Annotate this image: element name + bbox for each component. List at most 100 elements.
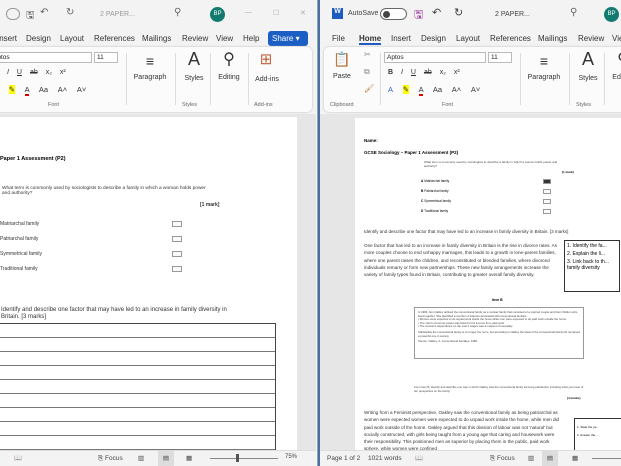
tab-view[interactable]: View — [216, 34, 233, 43]
tab-view[interactable]: View — [612, 34, 621, 43]
close-button[interactable]: ✕ — [300, 9, 306, 17]
minimize-button[interactable]: — — [245, 9, 252, 16]
styles-icon[interactable]: A — [182, 49, 206, 70]
font-color-button[interactable]: A — [24, 85, 30, 96]
highlight-button[interactable]: ✎ — [8, 85, 15, 94]
tab-design[interactable]: Design — [26, 34, 51, 43]
strikethrough-button[interactable]: ab — [424, 69, 432, 76]
tab-review[interactable]: Review — [182, 34, 208, 43]
underline-button[interactable]: U — [17, 69, 22, 76]
cut-icon[interactable]: ✂ — [364, 50, 371, 59]
editing-button[interactable]: Editing — [212, 74, 246, 81]
zoom-slider[interactable] — [592, 458, 621, 459]
change-case-button[interactable]: Aa — [39, 85, 48, 94]
tab-mailings[interactable]: Mailings — [538, 34, 567, 43]
option-checkbox[interactable] — [172, 266, 182, 272]
font-name-select[interactable]: Aptos — [0, 52, 92, 63]
subscript-button[interactable]: x₂ — [440, 69, 446, 76]
answer2-text[interactable]: Writing from a Feminist perspective, Oak… — [364, 409, 560, 450]
option-checkbox[interactable] — [172, 221, 182, 227]
tab-layout[interactable]: Layout — [60, 34, 84, 43]
option-checkbox-checked[interactable] — [543, 179, 551, 184]
maximize-button[interactable]: ☐ — [273, 9, 279, 17]
option-checkbox[interactable] — [172, 236, 182, 242]
subscript-button[interactable]: x₂ — [46, 69, 52, 76]
change-case-button[interactable]: Aa — [433, 85, 442, 94]
text-effects-button[interactable]: A — [388, 85, 393, 94]
styles-button[interactable]: Styles — [574, 75, 602, 82]
print-layout-icon[interactable]: ▤ — [158, 451, 174, 466]
copy-icon[interactable]: ⧉ — [364, 67, 370, 77]
superscript-button[interactable]: x² — [60, 69, 66, 76]
italic-button[interactable]: I — [7, 69, 9, 76]
search-icon[interactable]: ⚲ — [608, 49, 621, 69]
tab-design[interactable]: Design — [421, 34, 446, 43]
search-icon[interactable]: ⚲ — [570, 7, 577, 18]
font-size-select[interactable]: 11 — [488, 52, 512, 63]
web-layout-icon[interactable]: ▦ — [572, 454, 578, 462]
bold-button[interactable]: B — [388, 69, 393, 76]
read-mode-icon[interactable]: ▥ — [138, 454, 144, 462]
zoom-slider-thumb[interactable] — [236, 454, 239, 462]
save-icon[interactable]: 🖫 — [26, 8, 35, 25]
focus-button[interactable]: ⎘ Focus — [98, 455, 123, 463]
save-icon[interactable]: 🖫 — [414, 6, 423, 25]
shrink-font-button[interactable]: A˅ — [77, 85, 86, 94]
underline-button[interactable]: U — [411, 69, 416, 76]
grow-font-button[interactable]: A˄ — [58, 85, 67, 94]
styles-button[interactable]: Styles — [180, 75, 208, 82]
word-count[interactable]: 1021 words — [368, 455, 402, 462]
undo-icon[interactable]: ↶ — [432, 6, 441, 19]
addins-button[interactable]: Add-ins — [250, 76, 284, 83]
zoom-slider[interactable] — [210, 458, 278, 459]
autosave-toggle[interactable] — [6, 8, 20, 20]
share-button[interactable]: Share ▾ — [268, 31, 308, 46]
format-buttons[interactable]: B I U ab x₂ x² — [0, 69, 66, 76]
read-mode-icon[interactable]: ▥ — [528, 454, 534, 462]
accessibility-icon[interactable]: 📖 — [415, 454, 423, 462]
focus-button[interactable]: ⎘ Focus — [490, 455, 515, 463]
grow-font-button[interactable]: A˄ — [452, 85, 461, 94]
avatar[interactable]: BP — [210, 7, 225, 22]
tab-help[interactable]: Help — [243, 34, 259, 43]
redo-icon[interactable]: ↻ — [454, 6, 463, 19]
tab-file[interactable]: File — [332, 34, 345, 43]
document-page[interactable]: Name: GCSE Sociology – Paper 1 Assessmen… — [355, 118, 621, 450]
addins-icon[interactable]: ⊞ — [256, 50, 276, 68]
search-icon[interactable]: ⚲ — [174, 7, 181, 18]
paragraph-icon[interactable]: ≡ — [524, 53, 564, 69]
document-title[interactable]: 2 PAPER... — [100, 11, 135, 18]
shrink-font-button[interactable]: A˅ — [471, 85, 480, 94]
font-color-button[interactable]: A — [418, 85, 424, 96]
autosave-toggle[interactable] — [380, 8, 407, 20]
answer1-text[interactable]: One factor that has led to an increase i… — [364, 242, 560, 278]
highlight-button[interactable]: ✎ — [402, 85, 409, 94]
styles-icon[interactable]: A — [576, 49, 600, 70]
editing-button[interactable]: Editing — [606, 74, 621, 81]
italic-button[interactable]: I — [401, 69, 403, 76]
option-checkbox[interactable] — [543, 209, 551, 214]
format-painter-icon[interactable]: 🖌 — [364, 84, 374, 93]
format-buttons[interactable]: B I U ab x₂ x² — [388, 69, 460, 76]
zoom-level[interactable]: 75% — [285, 454, 297, 460]
print-layout-icon[interactable]: ▤ — [542, 451, 558, 466]
paragraph-icon[interactable]: ≡ — [130, 53, 170, 69]
superscript-button[interactable]: x² — [454, 69, 460, 76]
page-count[interactable]: Page 1 of 2 — [327, 455, 360, 462]
paragraph-button[interactable]: Paragraph — [522, 74, 566, 81]
redo-icon[interactable]: ↻ — [66, 7, 74, 18]
option-checkbox[interactable] — [543, 189, 551, 194]
search-icon[interactable]: ⚲ — [214, 49, 244, 69]
tab-insert[interactable]: Insert — [391, 34, 411, 43]
font-name-select[interactable]: Aptos — [384, 52, 486, 63]
paste-button[interactable]: Paste — [328, 73, 356, 80]
tab-review[interactable]: Review — [578, 34, 604, 43]
tab-insert[interactable]: Insert — [0, 34, 17, 43]
strikethrough-button[interactable]: ab — [30, 69, 38, 76]
tab-home[interactable]: Home — [359, 34, 382, 45]
option-checkbox[interactable] — [543, 199, 551, 204]
avatar[interactable]: BP — [604, 7, 619, 22]
tab-mailings[interactable]: Mailings — [142, 34, 171, 43]
document-title[interactable]: 2 PAPER... — [495, 11, 530, 18]
paragraph-button[interactable]: Paragraph — [128, 74, 172, 81]
